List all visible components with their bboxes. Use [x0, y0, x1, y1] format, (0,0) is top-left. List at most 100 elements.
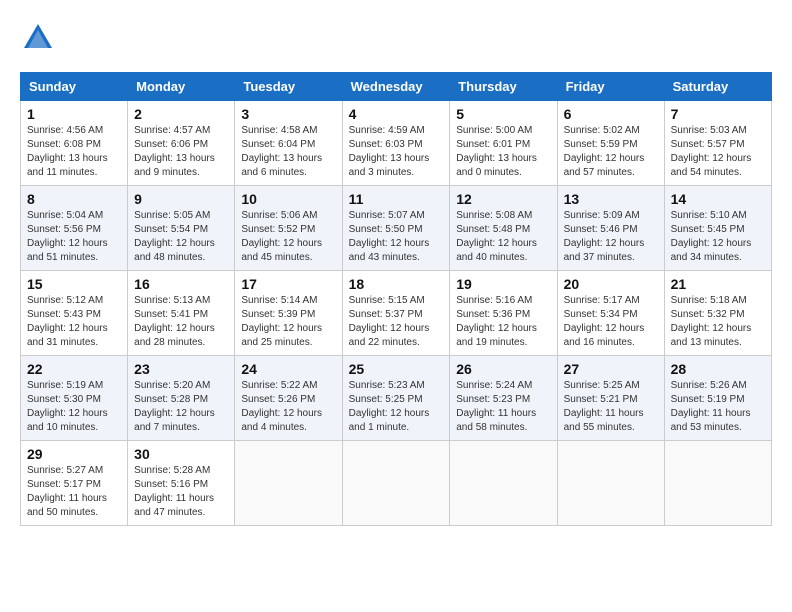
day-number: 17 — [241, 276, 335, 292]
day-info: Sunrise: 5:20 AMSunset: 5:28 PMDaylight:… — [134, 379, 228, 435]
calendar-cell: 4Sunrise: 4:59 AMSunset: 6:03 PMDaylight… — [342, 101, 450, 186]
day-number: 6 — [564, 106, 658, 122]
calendar-cell — [342, 441, 450, 526]
calendar-cell: 10 Sunrise: 5:06 AMSunset: 5:52 PMDayligh… — [235, 186, 342, 271]
day-number: 28 — [671, 361, 765, 377]
day-info: Sunrise: 5:12 AMSunset: 5:43 PMDaylight:… — [27, 294, 121, 350]
calendar-week-5: 29 Sunrise: 5:27 AMSunset: 5:17 PMDayligh… — [21, 441, 772, 526]
day-info: Sunrise: 4:57 AMSunset: 6:06 PMDaylight:… — [134, 124, 228, 180]
calendar-cell: 22 Sunrise: 5:19 AMSunset: 5:30 PMDayligh… — [21, 356, 128, 441]
day-number: 18 — [349, 276, 444, 292]
calendar-cell: 23 Sunrise: 5:20 AMSunset: 5:28 PMDayligh… — [128, 356, 235, 441]
calendar-cell: 24Sunrise: 5:22 AMSunset: 5:26 PMDayligh… — [235, 356, 342, 441]
calendar-cell: 17 Sunrise: 5:14 AMSunset: 5:39 PMDayligh… — [235, 271, 342, 356]
logo — [20, 20, 60, 56]
day-info: Sunrise: 5:25 AMSunset: 5:21 PMDaylight:… — [564, 379, 658, 435]
day-info: Sunrise: 5:17 AMSunset: 5:34 PMDaylight:… — [564, 294, 658, 350]
day-number: 12 — [456, 191, 550, 207]
day-info: Sunrise: 5:22 AMSunset: 5:26 PMDaylight:… — [241, 379, 335, 435]
day-number: 9 — [134, 191, 228, 207]
calendar-cell: 30 Sunrise: 5:28 AMSunset: 5:16 PMDayligh… — [128, 441, 235, 526]
day-number: 19 — [456, 276, 550, 292]
day-number: 22 — [27, 361, 121, 377]
calendar-week-3: 15Sunrise: 5:12 AMSunset: 5:43 PMDayligh… — [21, 271, 772, 356]
day-number: 11 — [349, 191, 444, 207]
calendar-week-2: 8 Sunrise: 5:04 AMSunset: 5:56 PMDaylight… — [21, 186, 772, 271]
calendar-week-4: 22 Sunrise: 5:19 AMSunset: 5:30 PMDayligh… — [21, 356, 772, 441]
calendar-cell: 8 Sunrise: 5:04 AMSunset: 5:56 PMDaylight… — [21, 186, 128, 271]
day-info: Sunrise: 5:05 AMSunset: 5:54 PMDaylight:… — [134, 209, 228, 265]
calendar-cell: 11 Sunrise: 5:07 AMSunset: 5:50 PMDayligh… — [342, 186, 450, 271]
day-info: Sunrise: 5:15 AMSunset: 5:37 PMDaylight:… — [349, 294, 444, 350]
day-number: 1 — [27, 106, 121, 122]
day-info: Sunrise: 5:26 AMSunset: 5:19 PMDaylight:… — [671, 379, 765, 435]
day-info: Sunrise: 5:10 AMSunset: 5:45 PMDaylight:… — [671, 209, 765, 265]
calendar-cell — [450, 441, 557, 526]
calendar-cell: 3 Sunrise: 4:58 AMSunset: 6:04 PMDaylight… — [235, 101, 342, 186]
calendar-cell: 18 Sunrise: 5:15 AMSunset: 5:37 PMDayligh… — [342, 271, 450, 356]
calendar-header-sunday: Sunday — [21, 73, 128, 101]
day-number: 27 — [564, 361, 658, 377]
day-info: Sunrise: 5:02 AMSunset: 5:59 PMDaylight:… — [564, 124, 658, 180]
calendar-week-1: 1 Sunrise: 4:56 AMSunset: 6:08 PMDaylight… — [21, 101, 772, 186]
day-info: Sunrise: 5:19 AMSunset: 5:30 PMDaylight:… — [27, 379, 121, 435]
day-info: Sunrise: 5:13 AMSunset: 5:41 PMDaylight:… — [134, 294, 228, 350]
day-info: Sunrise: 5:16 AMSunset: 5:36 PMDaylight:… — [456, 294, 550, 350]
calendar-cell: 12Sunrise: 5:08 AMSunset: 5:48 PMDayligh… — [450, 186, 557, 271]
calendar-cell: 9 Sunrise: 5:05 AMSunset: 5:54 PMDaylight… — [128, 186, 235, 271]
page-header — [20, 20, 772, 56]
day-number: 16 — [134, 276, 228, 292]
calendar-cell: 7 Sunrise: 5:03 AMSunset: 5:57 PMDaylight… — [664, 101, 771, 186]
calendar-body: 1 Sunrise: 4:56 AMSunset: 6:08 PMDaylight… — [21, 101, 772, 526]
calendar-header-wednesday: Wednesday — [342, 73, 450, 101]
day-info: Sunrise: 5:24 AMSunset: 5:23 PMDaylight:… — [456, 379, 550, 435]
day-info: Sunrise: 4:58 AMSunset: 6:04 PMDaylight:… — [241, 124, 335, 180]
calendar-header-friday: Friday — [557, 73, 664, 101]
calendar-header-monday: Monday — [128, 73, 235, 101]
day-number: 23 — [134, 361, 228, 377]
calendar-cell: 27 Sunrise: 5:25 AMSunset: 5:21 PMDayligh… — [557, 356, 664, 441]
day-info: Sunrise: 5:07 AMSunset: 5:50 PMDaylight:… — [349, 209, 444, 265]
day-number: 8 — [27, 191, 121, 207]
day-number: 7 — [671, 106, 765, 122]
calendar-cell — [235, 441, 342, 526]
calendar-cell: 29 Sunrise: 5:27 AMSunset: 5:17 PMDayligh… — [21, 441, 128, 526]
calendar-cell: 20Sunrise: 5:17 AMSunset: 5:34 PMDayligh… — [557, 271, 664, 356]
day-number: 13 — [564, 191, 658, 207]
calendar-cell: 21Sunrise: 5:18 AMSunset: 5:32 PMDayligh… — [664, 271, 771, 356]
calendar-cell: 26 Sunrise: 5:24 AMSunset: 5:23 PMDayligh… — [450, 356, 557, 441]
day-number: 14 — [671, 191, 765, 207]
calendar-cell: 1 Sunrise: 4:56 AMSunset: 6:08 PMDaylight… — [21, 101, 128, 186]
day-info: Sunrise: 5:04 AMSunset: 5:56 PMDaylight:… — [27, 209, 121, 265]
calendar-cell — [557, 441, 664, 526]
day-number: 21 — [671, 276, 765, 292]
day-info: Sunrise: 5:06 AMSunset: 5:52 PMDaylight:… — [241, 209, 335, 265]
calendar-header-row: SundayMondayTuesdayWednesdayThursdayFrid… — [21, 73, 772, 101]
day-info: Sunrise: 4:56 AMSunset: 6:08 PMDaylight:… — [27, 124, 121, 180]
calendar-cell — [664, 441, 771, 526]
day-info: Sunrise: 5:23 AMSunset: 5:25 PMDaylight:… — [349, 379, 444, 435]
day-number: 10 — [241, 191, 335, 207]
day-number: 5 — [456, 106, 550, 122]
day-number: 2 — [134, 106, 228, 122]
calendar-cell: 15Sunrise: 5:12 AMSunset: 5:43 PMDayligh… — [21, 271, 128, 356]
calendar-cell: 5 Sunrise: 5:00 AMSunset: 6:01 PMDaylight… — [450, 101, 557, 186]
calendar-header-tuesday: Tuesday — [235, 73, 342, 101]
day-info: Sunrise: 5:03 AMSunset: 5:57 PMDaylight:… — [671, 124, 765, 180]
day-number: 4 — [349, 106, 444, 122]
calendar-header-thursday: Thursday — [450, 73, 557, 101]
day-info: Sunrise: 5:00 AMSunset: 6:01 PMDaylight:… — [456, 124, 550, 180]
day-number: 29 — [27, 446, 121, 462]
logo-icon — [20, 20, 56, 56]
day-info: Sunrise: 5:14 AMSunset: 5:39 PMDaylight:… — [241, 294, 335, 350]
day-info: Sunrise: 5:28 AMSunset: 5:16 PMDaylight:… — [134, 464, 228, 520]
calendar-cell: 25Sunrise: 5:23 AMSunset: 5:25 PMDayligh… — [342, 356, 450, 441]
day-number: 3 — [241, 106, 335, 122]
calendar-cell: 6 Sunrise: 5:02 AMSunset: 5:59 PMDaylight… — [557, 101, 664, 186]
calendar-table: SundayMondayTuesdayWednesdayThursdayFrid… — [20, 72, 772, 526]
calendar-cell: 14 Sunrise: 5:10 AMSunset: 5:45 PMDayligh… — [664, 186, 771, 271]
day-number: 26 — [456, 361, 550, 377]
calendar-cell: 16 Sunrise: 5:13 AMSunset: 5:41 PMDayligh… — [128, 271, 235, 356]
day-number: 30 — [134, 446, 228, 462]
day-info: Sunrise: 5:27 AMSunset: 5:17 PMDaylight:… — [27, 464, 121, 520]
